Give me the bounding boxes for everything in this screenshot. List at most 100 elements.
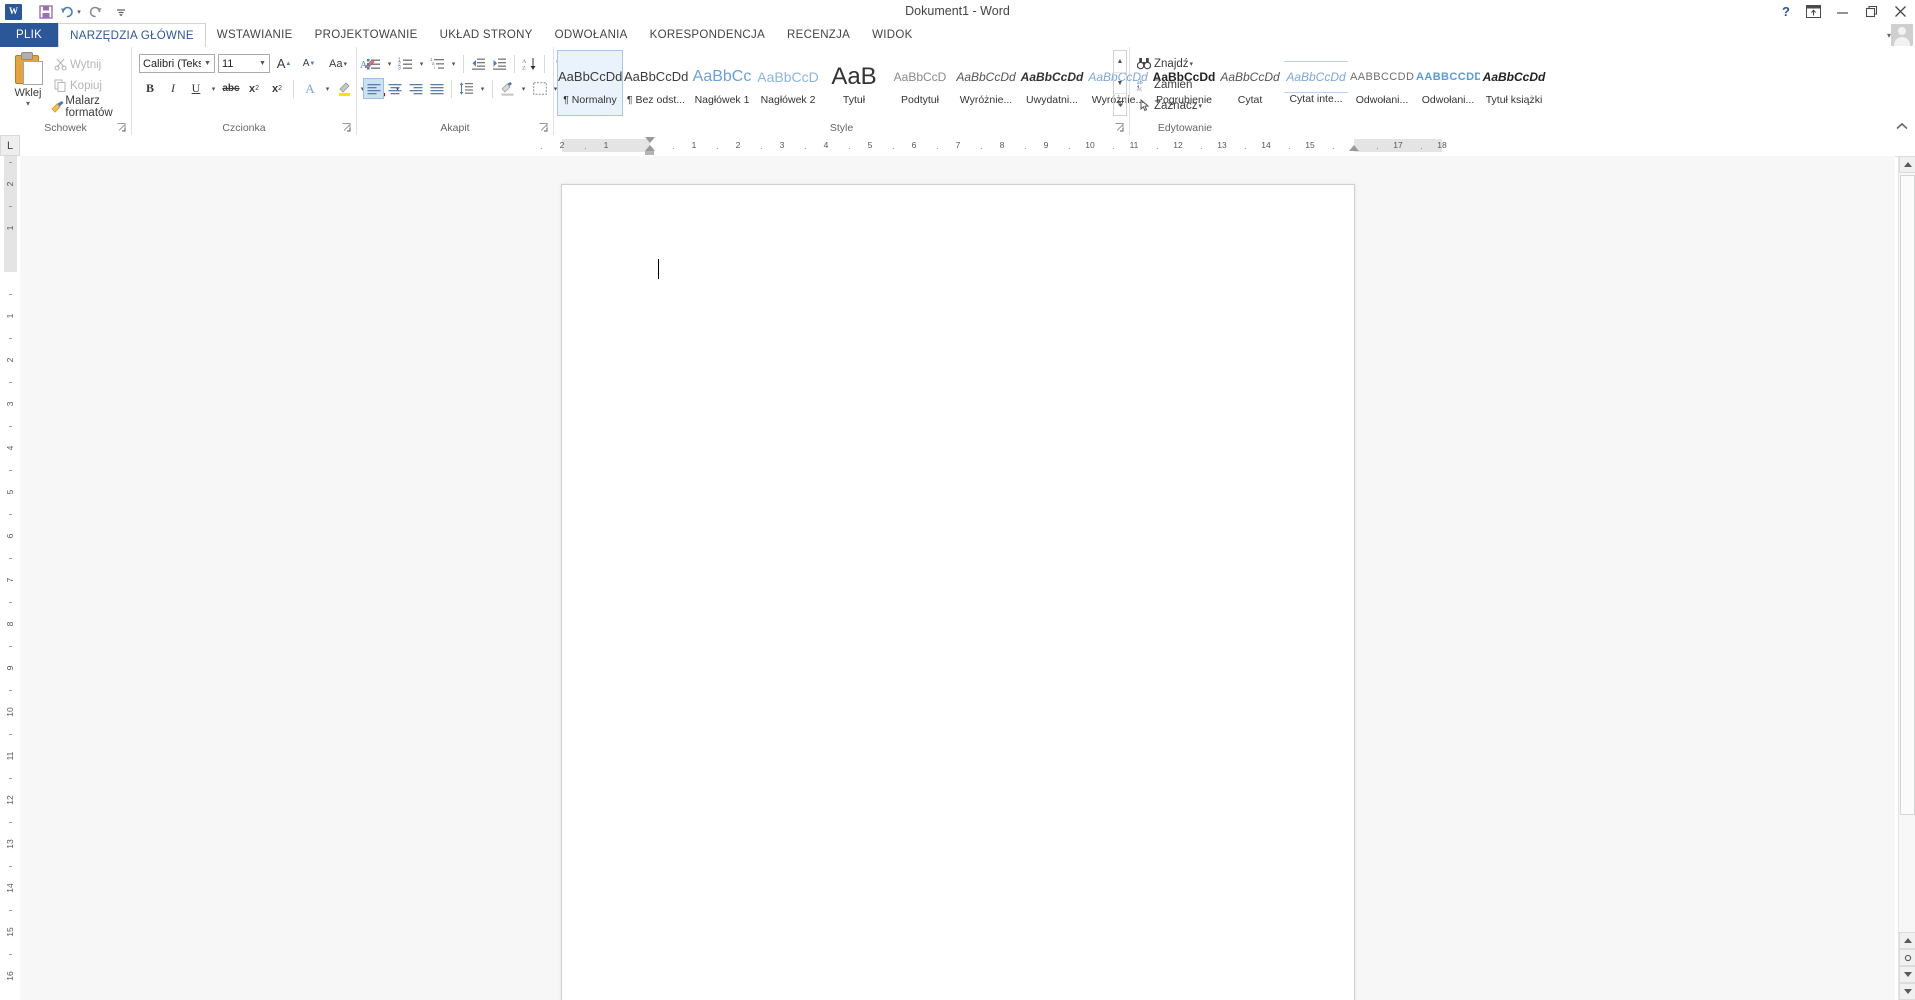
superscript-button[interactable]: x2 — [266, 78, 288, 99]
dialog-box-launcher-icon[interactable] — [539, 123, 549, 133]
next-page-icon[interactable] — [1899, 966, 1915, 983]
paste-caret-icon[interactable]: ▾ — [26, 100, 30, 108]
format-painter-button[interactable]: Malarz formatów — [50, 95, 131, 119]
style-item[interactable]: AaBbCcDd ¶ Normalny — [557, 50, 623, 116]
align-right-icon[interactable] — [405, 78, 426, 99]
text-highlight-color-icon[interactable] — [334, 78, 356, 99]
shading-caret-icon[interactable]: ▾ — [518, 78, 529, 99]
strikethrough-button[interactable]: abc — [220, 78, 242, 99]
style-item[interactable]: AaBbCcD Podtytuł — [887, 50, 953, 116]
scroll-down-arrow-icon[interactable] — [1899, 983, 1915, 1000]
chevron-down-icon[interactable]: ▼ — [256, 60, 269, 67]
customize-quick-access-toolbar-icon[interactable] — [108, 1, 133, 23]
select-caret-icon[interactable]: ▾ — [1198, 102, 1202, 110]
find-caret-icon[interactable]: ▾ — [1190, 60, 1194, 68]
style-item[interactable]: AABBCCDD Odwołani... — [1415, 50, 1481, 116]
align-center-icon[interactable] — [384, 78, 405, 99]
style-item[interactable]: AaBbCcDd Tytuł książki — [1481, 50, 1547, 116]
document-page[interactable] — [561, 184, 1355, 1000]
first-line-indent-marker[interactable] — [645, 137, 655, 143]
close-icon[interactable] — [1886, 1, 1915, 23]
bullets-caret-icon[interactable]: ▾ — [384, 53, 395, 74]
numbering-caret-icon[interactable]: ▾ — [416, 53, 427, 74]
style-item[interactable]: AABBCCDD Odwołani... — [1349, 50, 1415, 116]
multilevel-list-icon[interactable]: 1 a i — [427, 53, 448, 74]
vertical-ruler[interactable]: 2 1 1 2 3 4 5 6 7 8 9 10 11 12 13 14 15 16 — [0, 156, 20, 1000]
decrease-indent-icon[interactable] — [468, 53, 489, 74]
scrollbar-thumb[interactable] — [1900, 175, 1915, 815]
minimize-icon[interactable] — [1828, 1, 1857, 23]
tab-recenzja[interactable]: RECENZJA — [776, 23, 861, 47]
chevron-down-icon[interactable]: ▼ — [201, 60, 214, 67]
text-effects-caret-icon[interactable]: ▾ — [322, 78, 333, 99]
collapse-ribbon-icon[interactable] — [1895, 119, 1909, 133]
document-canvas[interactable] — [20, 156, 1895, 1000]
tab-wstawianie[interactable]: WSTAWIANIE — [206, 23, 304, 47]
shading-icon[interactable] — [497, 78, 518, 99]
ribbon-display-options-icon[interactable] — [1799, 1, 1828, 23]
left-indent-marker[interactable] — [645, 151, 654, 155]
tab-stop-left-icon[interactable]: L — [0, 135, 20, 156]
grow-font-icon[interactable]: A ▲ — [273, 53, 295, 74]
justify-icon[interactable] — [426, 78, 447, 99]
redo-icon[interactable] — [83, 1, 108, 23]
bold-button[interactable]: B — [139, 78, 161, 99]
dialog-box-launcher-icon[interactable] — [117, 123, 127, 133]
scroll-up-arrow-icon[interactable] — [1899, 156, 1915, 173]
change-case-icon[interactable]: Aa ▾ — [323, 53, 353, 74]
paste-button[interactable]: Wklej ▾ — [4, 50, 52, 116]
horizontal-ruler[interactable]: L 2 · 1 · 1 · 2 · 3 · 4 · 5 · 6 · 7 · 8 · 9 · 10 · 11 · 12 · 13 · 14 · 1… — [0, 135, 1915, 157]
vertical-scrollbar[interactable] — [1898, 156, 1915, 1000]
line-spacing-caret-icon[interactable]: ▾ — [477, 78, 488, 99]
tab-odwolania[interactable]: ODWOŁANIA — [544, 23, 639, 47]
style-item[interactable]: AaBbCc Nagłówek 1 — [689, 50, 755, 116]
italic-button[interactable]: I — [162, 78, 184, 99]
horizontal-ruler-track[interactable]: 2 · 1 · 1 · 2 · 3 · 4 · 5 · 6 · 7 · 8 · 9 · 10 · 11 · 12 · 13 · 14 · 15 ·… — [540, 139, 1447, 153]
borders-icon[interactable] — [529, 78, 550, 99]
dialog-box-launcher-icon[interactable] — [342, 123, 352, 133]
style-item[interactable]: AaBbCcD Nagłówek 2 — [755, 50, 821, 116]
previous-page-icon[interactable] — [1899, 932, 1915, 949]
tab-uklad-strony[interactable]: UKŁAD STRONY — [429, 23, 544, 47]
underline-button[interactable]: U — [185, 78, 207, 99]
save-icon[interactable] — [33, 1, 58, 23]
font-name-combobox[interactable]: Calibri (Tekst ▼ — [139, 54, 215, 73]
bullets-icon[interactable] — [363, 53, 384, 74]
scroll-down-icon[interactable]: ▼ — [1114, 73, 1126, 95]
line-spacing-icon[interactable] — [456, 78, 477, 99]
right-indent-marker[interactable] — [1349, 145, 1359, 151]
tab-korespondencja[interactable]: KORESPONDENCJA — [639, 23, 776, 47]
sort-az-icon[interactable]: A Z — [519, 53, 540, 74]
help-icon[interactable]: ? — [1773, 1, 1799, 23]
style-item[interactable]: AaBbCcDd Wyróżnie... — [953, 50, 1019, 116]
find-button[interactable]: Znajdź ▾ — [1130, 53, 1240, 74]
undo-icon[interactable]: ▾ — [58, 1, 83, 23]
restore-icon[interactable] — [1857, 1, 1886, 23]
style-item[interactable]: AaB Tytuł — [821, 50, 887, 116]
underline-caret-icon[interactable]: ▾ — [208, 78, 219, 99]
text-effects-icon[interactable]: A — [299, 78, 321, 99]
copy-button[interactable]: Kopiuj — [50, 75, 131, 96]
subscript-button[interactable]: x2 — [243, 78, 265, 99]
user-avatar-icon[interactable] — [1891, 24, 1913, 46]
tab-projektowanie[interactable]: PROJEKTOWANIE — [304, 23, 429, 47]
numbering-icon[interactable]: 1 2 3 — [395, 53, 416, 74]
scroll-up-icon[interactable]: ▲ — [1114, 51, 1126, 73]
select-browse-object-icon[interactable] — [1899, 949, 1915, 966]
multilevel-caret-icon[interactable]: ▾ — [448, 53, 459, 74]
style-item[interactable]: AaBbCcDd Uwydatni... — [1019, 50, 1085, 116]
increase-indent-icon[interactable] — [489, 53, 510, 74]
style-item[interactable]: AaBbCcDd ¶ Bez odst... — [623, 50, 689, 116]
cut-button[interactable]: Wytnij — [50, 54, 131, 75]
select-button[interactable]: Zaznacz ▾ — [1130, 95, 1240, 116]
tab-narzedzia-glowne[interactable]: NARZĘDZIA GŁÓWNE — [58, 23, 206, 48]
tab-plik[interactable]: PLIK — [0, 23, 59, 47]
style-item[interactable]: AaBbCcDd Cytat inte... — [1283, 50, 1349, 116]
align-left-icon[interactable] — [363, 78, 384, 99]
dialog-box-launcher-icon[interactable] — [1115, 123, 1125, 133]
shrink-font-icon[interactable]: A ▼ — [298, 53, 320, 74]
more-styles-icon[interactable] — [1114, 94, 1126, 115]
tab-widok[interactable]: WIDOK — [861, 23, 923, 47]
replace-button[interactable]: ab ac Zamień — [1130, 74, 1240, 95]
font-size-combobox[interactable]: 11 ▼ — [218, 54, 270, 73]
